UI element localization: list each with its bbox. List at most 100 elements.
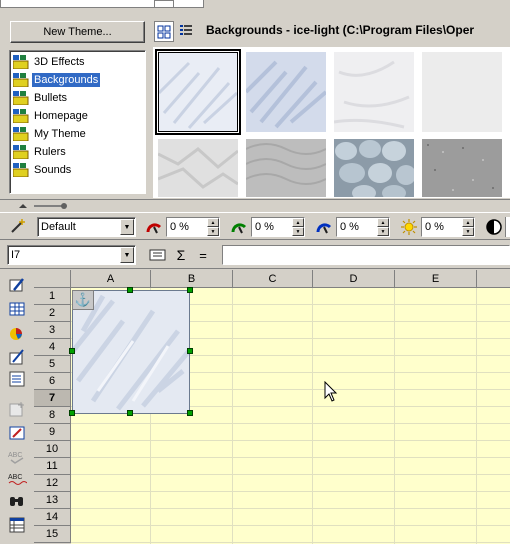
row-header[interactable]: 4 <box>34 339 71 356</box>
resize-handle-bottom-left[interactable] <box>69 410 75 416</box>
ice-light-texture <box>157 53 239 131</box>
thumbnail-light-gray[interactable] <box>422 52 502 132</box>
resize-handle-left[interactable] <box>69 348 75 354</box>
red-channel-spinner[interactable]: 0 % ▲ ▼ <box>166 217 220 237</box>
formula-input[interactable] <box>222 245 510 265</box>
row-label: 10 <box>45 443 59 455</box>
column-label: E <box>431 272 440 285</box>
icon-view-button[interactable] <box>154 21 174 42</box>
spin-down-icon[interactable]: ▼ <box>292 227 304 236</box>
sum-button[interactable]: Σ <box>171 245 191 265</box>
theme-item[interactable]: My Theme <box>10 125 145 143</box>
spin-up-icon[interactable]: ▲ <box>377 218 389 227</box>
function-wizard-icon[interactable] <box>148 245 168 265</box>
row-header[interactable]: 14 <box>34 509 71 526</box>
form-functions-icon[interactable] <box>7 370 27 388</box>
brightness-spinner[interactable]: 0 % ▲ ▼ <box>421 217 475 237</box>
theme-item[interactable]: Bullets <box>10 89 145 107</box>
row-header[interactable]: 1 <box>34 288 71 305</box>
draw-functions-icon[interactable] <box>7 348 27 366</box>
graphics-mode-select[interactable]: Default ▼ <box>37 217 136 237</box>
row-header[interactable]: 9 <box>34 424 71 441</box>
stones-texture <box>334 139 416 198</box>
row-header[interactable]: 15 <box>34 526 71 543</box>
row-header[interactable]: 2 <box>34 305 71 322</box>
row-label: 12 <box>45 477 59 489</box>
thumbnail-ice-blue[interactable] <box>244 52 328 132</box>
row-label: 7 <box>48 392 56 404</box>
thumbnail-gray-ripple[interactable] <box>245 139 327 198</box>
new-theme-button[interactable]: New Theme... <box>10 21 145 43</box>
image-object-toolbar: Default ▼ 0 % ▲ ▼ 0 % ▲ ▼ 0 % ▲ ▼ 0 % ▲ … <box>0 212 510 240</box>
contrast-icon[interactable] <box>484 217 504 237</box>
row-header[interactable]: 12 <box>34 475 71 492</box>
autospellcheck-icon[interactable]: ABC <box>7 470 27 488</box>
function-button[interactable]: = <box>193 245 213 265</box>
resize-handle-bottom[interactable] <box>127 410 133 416</box>
theme-item[interactable]: Sounds <box>10 161 145 179</box>
column-header[interactable]: E <box>395 270 477 288</box>
thumbnail-gray-noise[interactable] <box>422 139 502 198</box>
spin-down-icon[interactable]: ▼ <box>377 227 389 236</box>
spin-up-icon[interactable]: ▲ <box>292 218 304 227</box>
row-label: 2 <box>48 307 56 319</box>
resize-handle-right[interactable] <box>187 348 193 354</box>
resize-handle-top[interactable] <box>127 287 133 293</box>
thumbnail-ice-light[interactable] <box>155 49 241 135</box>
green-channel-value: 0 % <box>255 221 274 233</box>
row-header[interactable]: 7 <box>34 390 71 407</box>
column-header[interactable]: B <box>151 270 233 288</box>
column-headers: A B C D E <box>71 270 510 288</box>
thumbnail-white-crumple[interactable] <box>157 139 239 198</box>
row-header[interactable]: 8 <box>34 407 71 424</box>
theme-folder-icon <box>13 91 29 105</box>
column-header[interactable]: D <box>313 270 395 288</box>
spellcheck-icon[interactable]: ABC <box>7 448 27 466</box>
spin-up-icon[interactable]: ▲ <box>207 218 219 227</box>
splitter-grip-icon <box>19 203 67 209</box>
resize-handle-top-right[interactable] <box>187 287 193 293</box>
theme-item[interactable]: Homepage <box>10 107 145 125</box>
insert-table-icon[interactable] <box>7 300 27 318</box>
thumbnail-white-paper[interactable] <box>333 52 414 132</box>
row-header[interactable]: 3 <box>34 322 71 339</box>
spin-up-icon[interactable]: ▲ <box>462 218 474 227</box>
resize-handle-bottom-right[interactable] <box>187 410 193 416</box>
theme-item[interactable]: 3D Effects <box>10 53 145 71</box>
spin-down-icon[interactable]: ▼ <box>207 227 219 236</box>
insert-note-icon[interactable] <box>7 400 27 418</box>
theme-list[interactable]: 3D Effects Backgrounds Bullets Homepage My T… <box>9 50 146 194</box>
name-box[interactable]: I7 ▼ <box>7 245 136 265</box>
spin-down-icon[interactable]: ▼ <box>462 227 474 236</box>
main-toolbar: ABC ABC <box>0 270 34 544</box>
row-header[interactable]: 10 <box>34 441 71 458</box>
blue-channel-spinner[interactable]: 0 % ▲ ▼ <box>336 217 390 237</box>
row-header[interactable]: 5 <box>34 356 71 373</box>
insert-chart-icon[interactable] <box>7 324 27 342</box>
thumbnail-stones[interactable] <box>334 139 416 198</box>
gallery-splitter[interactable] <box>0 199 510 211</box>
find-replace-icon[interactable] <box>7 492 27 510</box>
filter-icon[interactable] <box>8 216 28 236</box>
column-header[interactable]: C <box>233 270 313 288</box>
detail-view-button[interactable] <box>177 21 197 42</box>
column-header[interactable]: A <box>71 270 151 288</box>
datasource-icon[interactable] <box>7 516 27 534</box>
theme-item-label: Rulers <box>34 146 66 158</box>
anchor-icon[interactable]: ⚓ <box>72 290 94 310</box>
row-header[interactable]: 6 <box>34 373 71 390</box>
row-label: 13 <box>45 494 59 506</box>
theme-item[interactable]: Rulers <box>10 143 145 161</box>
green-channel-spinner[interactable]: 0 % ▲ ▼ <box>251 217 305 237</box>
column-label: B <box>187 272 196 285</box>
gallery-panel: New Theme... 3D Effects Backgrounds Bullet… <box>0 0 510 198</box>
row-header[interactable]: 13 <box>34 492 71 509</box>
row-header[interactable]: 11 <box>34 458 71 475</box>
theme-item-label: Backgrounds <box>32 73 101 87</box>
column-header-partial[interactable] <box>477 270 510 288</box>
show-draw-icon[interactable] <box>7 424 27 442</box>
select-all-corner[interactable] <box>34 270 71 288</box>
theme-item-label: Bullets <box>34 92 68 104</box>
edit-pencil-icon[interactable] <box>7 276 27 294</box>
theme-item[interactable]: Backgrounds <box>10 71 145 89</box>
